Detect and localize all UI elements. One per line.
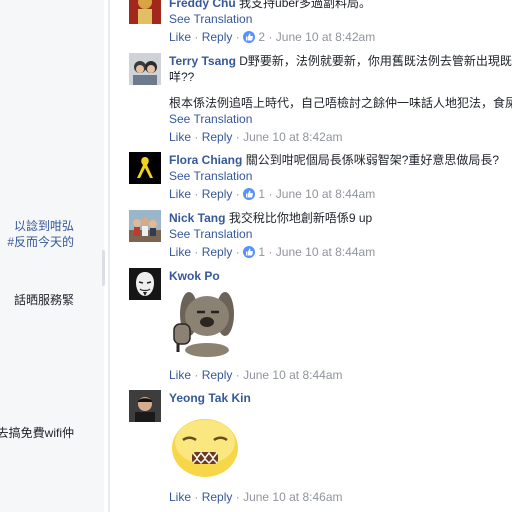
- timestamp[interactable]: June 10 at 8:44am: [276, 187, 375, 201]
- like-button[interactable]: Like: [169, 30, 191, 44]
- comment-meta: Like · Reply · 1 · June 10 at 8:44am: [169, 245, 376, 259]
- left-snippet-2[interactable]: #反而今天的: [7, 234, 74, 250]
- left-snippet-3: 話晒服務緊: [13, 293, 74, 307]
- avatar[interactable]: [129, 210, 161, 242]
- like-button[interactable]: Like: [169, 130, 191, 144]
- reply-button[interactable]: Reply: [202, 245, 233, 259]
- see-translation-link[interactable]: See Translation: [169, 226, 252, 242]
- like-button[interactable]: Like: [169, 490, 191, 504]
- annoyed-face-sticker: [169, 414, 249, 481]
- see-translation-link[interactable]: See Translation: [169, 111, 252, 127]
- comment-text: 我交稅比你地創新唔係9 up: [228, 211, 373, 225]
- comment-text-cont: 咩??: [169, 70, 195, 84]
- timestamp[interactable]: June 10 at 8:42am: [276, 30, 375, 44]
- author-name[interactable]: Flora Chiang: [169, 153, 242, 167]
- comment-feed: Freddy Chu 我支持uber多過劏料局。 See Translation…: [110, 0, 512, 512]
- like-count[interactable]: 2: [258, 30, 265, 44]
- comment-meta: Like · Reply · June 10 at 8:42am: [169, 130, 343, 144]
- author-name[interactable]: Yeong Tak Kin: [169, 391, 251, 405]
- left-snippet-1[interactable]: 以諗到咁弘: [14, 218, 74, 234]
- avatar[interactable]: [129, 53, 161, 85]
- avatar[interactable]: [129, 152, 161, 184]
- comment-text-para2: 根本係法例追唔上時代，自己唔檢討之餘仲一味話人地犯法，食屎: [169, 96, 512, 110]
- reply-button[interactable]: Reply: [202, 187, 233, 201]
- avatar[interactable]: [129, 390, 161, 422]
- reply-button[interactable]: Reply: [202, 130, 233, 144]
- comment-meta: Like · Reply · June 10 at 8:44am: [169, 368, 343, 382]
- avatar[interactable]: [129, 268, 161, 300]
- timestamp[interactable]: June 10 at 8:44am: [276, 245, 375, 259]
- like-button[interactable]: Like: [169, 187, 191, 201]
- comment-meta: Like · Reply · 1 · June 10 at 8:44am: [169, 187, 376, 201]
- timestamp[interactable]: June 10 at 8:46am: [243, 490, 342, 504]
- author-name[interactable]: Terry Tsang: [169, 54, 236, 68]
- like-count[interactable]: 1: [258, 245, 265, 259]
- comment-text: 關公到咁呢個局長係咪弱智架?重好意思做局長?: [245, 153, 500, 167]
- thumbs-up-icon[interactable]: [243, 188, 256, 200]
- author-name[interactable]: Kwok Po: [169, 269, 220, 283]
- author-name[interactable]: Freddy Chu: [169, 0, 236, 10]
- comment-meta: Like · Reply · June 10 at 8:46am: [169, 490, 343, 504]
- comment-text: 我支持uber多過劏料局。: [239, 0, 372, 10]
- reply-button[interactable]: Reply: [202, 30, 233, 44]
- reply-button[interactable]: Reply: [202, 368, 233, 382]
- thumbs-up-icon[interactable]: [243, 246, 256, 258]
- see-translation-link[interactable]: See Translation: [169, 168, 252, 184]
- scrollbar-handle[interactable]: [102, 250, 105, 286]
- dog-thumbs-down-sticker: [169, 286, 241, 361]
- like-button[interactable]: Like: [169, 368, 191, 382]
- left-snippet-4: 去搞免費wifi仲: [0, 426, 74, 440]
- timestamp[interactable]: June 10 at 8:42am: [243, 130, 342, 144]
- avatar[interactable]: [129, 0, 161, 24]
- see-translation-link[interactable]: See Translation: [169, 11, 252, 27]
- reply-button[interactable]: Reply: [202, 490, 233, 504]
- timestamp[interactable]: June 10 at 8:44am: [243, 368, 342, 382]
- comment-meta: Like · Reply · 2 · June 10 at 8:42am: [169, 30, 376, 44]
- comment-text: D野要新，法例就要新，你用舊既法例去管新出現既: [239, 54, 512, 68]
- left-panel: 以諗到咁弘 #反而今天的 話晒服務緊 去搞免費wifi仲: [0, 0, 104, 512]
- like-button[interactable]: Like: [169, 245, 191, 259]
- author-name[interactable]: Nick Tang: [169, 211, 225, 225]
- thumbs-up-icon[interactable]: [243, 31, 256, 43]
- like-count[interactable]: 1: [258, 187, 265, 201]
